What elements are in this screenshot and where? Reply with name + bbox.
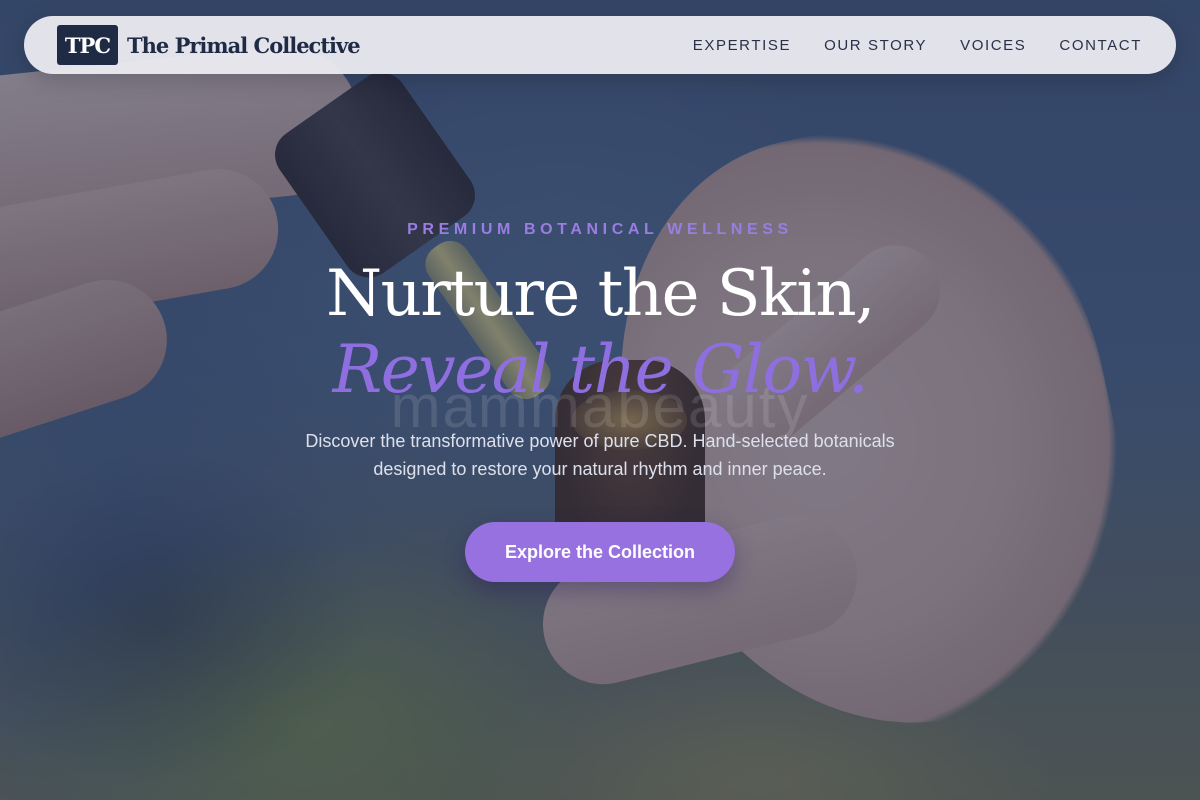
explore-collection-button[interactable]: Explore the Collection — [465, 522, 735, 582]
hero-eyebrow: PREMIUM BOTANICAL WELLNESS — [407, 221, 793, 238]
hero-headline-accent: Reveal the Glow. — [332, 331, 869, 408]
hero-headline: Nurture the Skin, — [326, 257, 875, 331]
hero-description: Discover the transformative power of pur… — [305, 431, 895, 479]
hero-section: PREMIUM BOTANICAL WELLNESS Nurture the S… — [0, 0, 1200, 800]
